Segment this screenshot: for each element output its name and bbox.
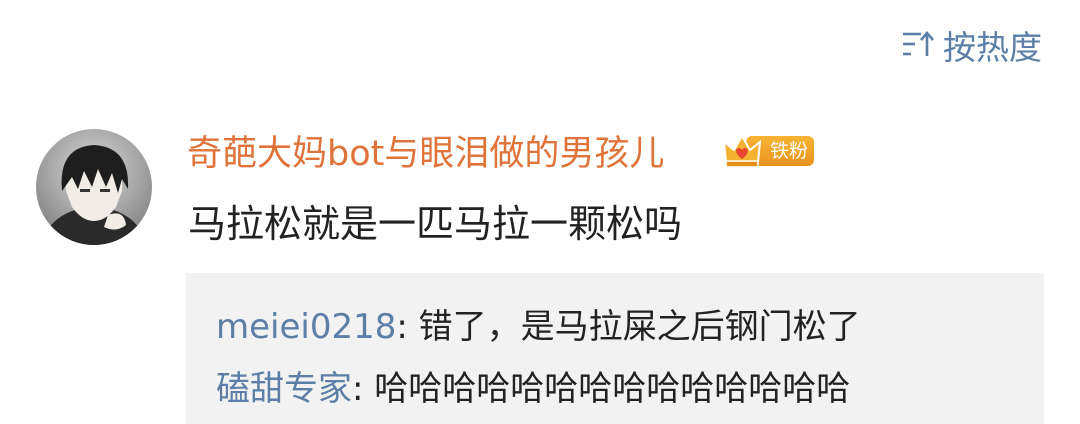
comment-text: 马拉松就是一匹马拉一颗松吗 <box>188 202 683 246</box>
sort-label: 按热度 <box>943 28 1042 67</box>
crown-icon <box>722 132 762 170</box>
replies-box[interactable]: meiei0218: 错了，是马拉屎之后钢门松了 磕甜专家: 哈哈哈哈哈哈哈哈哈… <box>186 273 1044 424</box>
reply-username[interactable]: meiei0218 <box>216 307 396 347</box>
reply-item: 磕甜专家: 哈哈哈哈哈哈哈哈哈哈哈哈哈哈 <box>216 365 850 413</box>
reply-separator: : <box>396 307 419 347</box>
reply-text: 哈哈哈哈哈哈哈哈哈哈哈哈哈哈 <box>374 369 851 409</box>
sort-icon <box>901 26 943 70</box>
comment-username[interactable]: 奇葩大妈bot与眼泪做的男孩儿 <box>187 129 664 179</box>
reply-separator: : <box>352 369 375 409</box>
reply-username[interactable]: 磕甜专家 <box>216 369 352 409</box>
fan-badge[interactable]: 铁粉 <box>722 130 816 172</box>
reply-item: meiei0218: 错了，是马拉屎之后钢门松了 <box>216 303 861 351</box>
reply-text: 错了，是马拉屎之后钢门松了 <box>418 307 861 347</box>
avatar[interactable] <box>36 129 152 245</box>
sort-by-hot-button[interactable]: 按热度 <box>901 26 1042 70</box>
comment-page: 按热度 奇葩大妈bot与眼泪做的男孩儿 铁粉 马拉松就是一匹马拉一颗松吗 mei… <box>0 0 1080 424</box>
